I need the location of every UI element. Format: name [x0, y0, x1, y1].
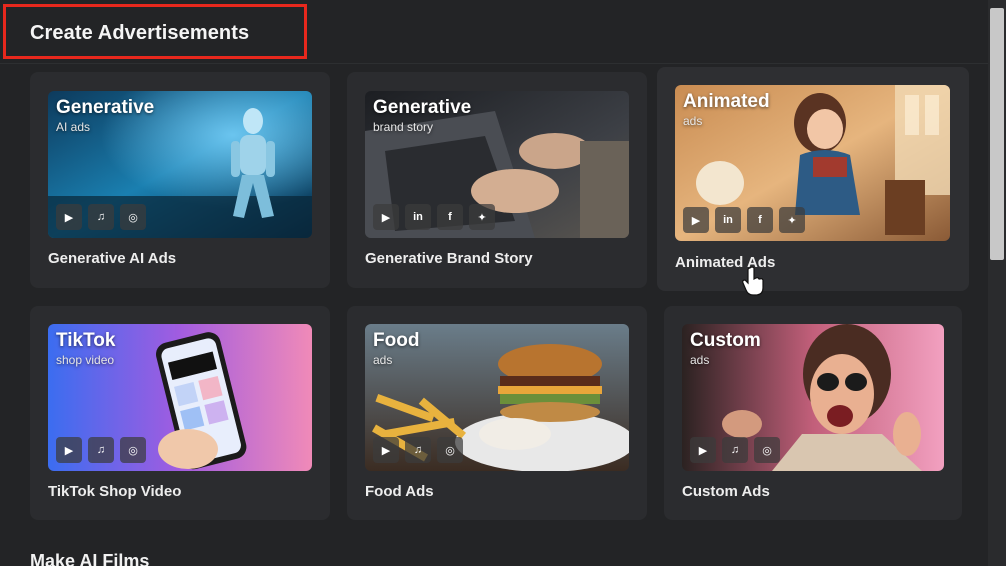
video-icon: ▶ [56, 437, 82, 463]
thumb-subtitle: AI ads [56, 120, 91, 134]
thumbnail-brand-story: Generative brand story ▶ in f ✦ [365, 91, 629, 238]
card-label: Food Ads [365, 483, 434, 500]
thumbnail-tiktok: TikTok shop video ▶ ♫ ◎ [48, 324, 312, 471]
thumb-subtitle: shop video [56, 353, 115, 367]
thumb-title: Animated [683, 91, 770, 112]
video-icon: ▶ [683, 207, 709, 233]
card-label: Generative AI Ads [48, 250, 177, 267]
instagram-icon: ◎ [120, 204, 146, 230]
scrollbar-thumb[interactable] [990, 8, 1004, 260]
section-title-ai-films: Make AI Films [30, 551, 150, 566]
scrollbar[interactable] [988, 0, 1006, 566]
thumb-title: Food [373, 330, 420, 351]
hand-cursor-icon [742, 266, 764, 296]
thumb-subtitle: ads [683, 114, 703, 128]
linkedin-icon: in [715, 207, 741, 233]
thumb-title: Custom [690, 330, 761, 351]
thumbnail-generative-ai: Generative AI ads ▶ ♫ ◎ [48, 91, 312, 238]
card-tiktok-shop-video[interactable]: TikTok shop video ▶ ♫ ◎ TikTok Shop Vide… [30, 306, 330, 520]
thumbnail-custom: Custom ads ▶ ♫ ◎ [682, 324, 944, 471]
thumb-subtitle: ads [690, 353, 710, 367]
video-icon: ▶ [373, 437, 399, 463]
card-label: Generative Brand Story [365, 250, 533, 267]
music-icon: ♫ [88, 437, 114, 463]
twitter-icon: ✦ [779, 207, 805, 233]
thumbnail-food: Food ads ▶ ♫ ◎ [365, 324, 629, 471]
video-icon: ▶ [690, 437, 716, 463]
card-generative-ai-ads[interactable]: Generative AI ads ▶ ♫ ◎ Generative AI Ad… [30, 72, 330, 288]
section-title: Create Advertisements [30, 22, 250, 44]
card-animated-ads[interactable]: Animated ads ▶ in f ✦ Animated Ads [657, 67, 969, 291]
video-icon: ▶ [373, 204, 399, 230]
facebook-icon: f [437, 204, 463, 230]
thumb-subtitle: brand story [373, 120, 434, 134]
linkedin-icon: in [405, 204, 431, 230]
card-label: Custom Ads [682, 483, 770, 500]
music-icon: ♫ [88, 204, 114, 230]
card-food-ads[interactable]: Food ads ▶ ♫ ◎ Food Ads [347, 306, 647, 520]
music-icon: ♫ [405, 437, 431, 463]
thumb-subtitle: ads [373, 353, 393, 367]
thumbnail-animated: Animated ads ▶ in f ✦ [675, 85, 950, 241]
thumb-title: Generative [56, 97, 155, 118]
card-label: TikTok Shop Video [48, 483, 182, 500]
instagram-icon: ◎ [120, 437, 146, 463]
instagram-icon: ◎ [437, 437, 463, 463]
instagram-icon: ◎ [754, 437, 780, 463]
facebook-icon: f [747, 207, 773, 233]
twitter-icon: ✦ [469, 204, 495, 230]
card-custom-ads[interactable]: Custom ads ▶ ♫ ◎ Custom Ads [664, 306, 962, 520]
video-icon: ▶ [56, 204, 82, 230]
thumb-title: TikTok [56, 330, 116, 351]
music-icon: ♫ [722, 437, 748, 463]
card-generative-brand-story[interactable]: Generative brand story ▶ in f ✦ Generati… [347, 72, 647, 288]
thumb-title: Generative [373, 97, 472, 118]
section-header-bar: Create Advertisements [0, 0, 988, 64]
